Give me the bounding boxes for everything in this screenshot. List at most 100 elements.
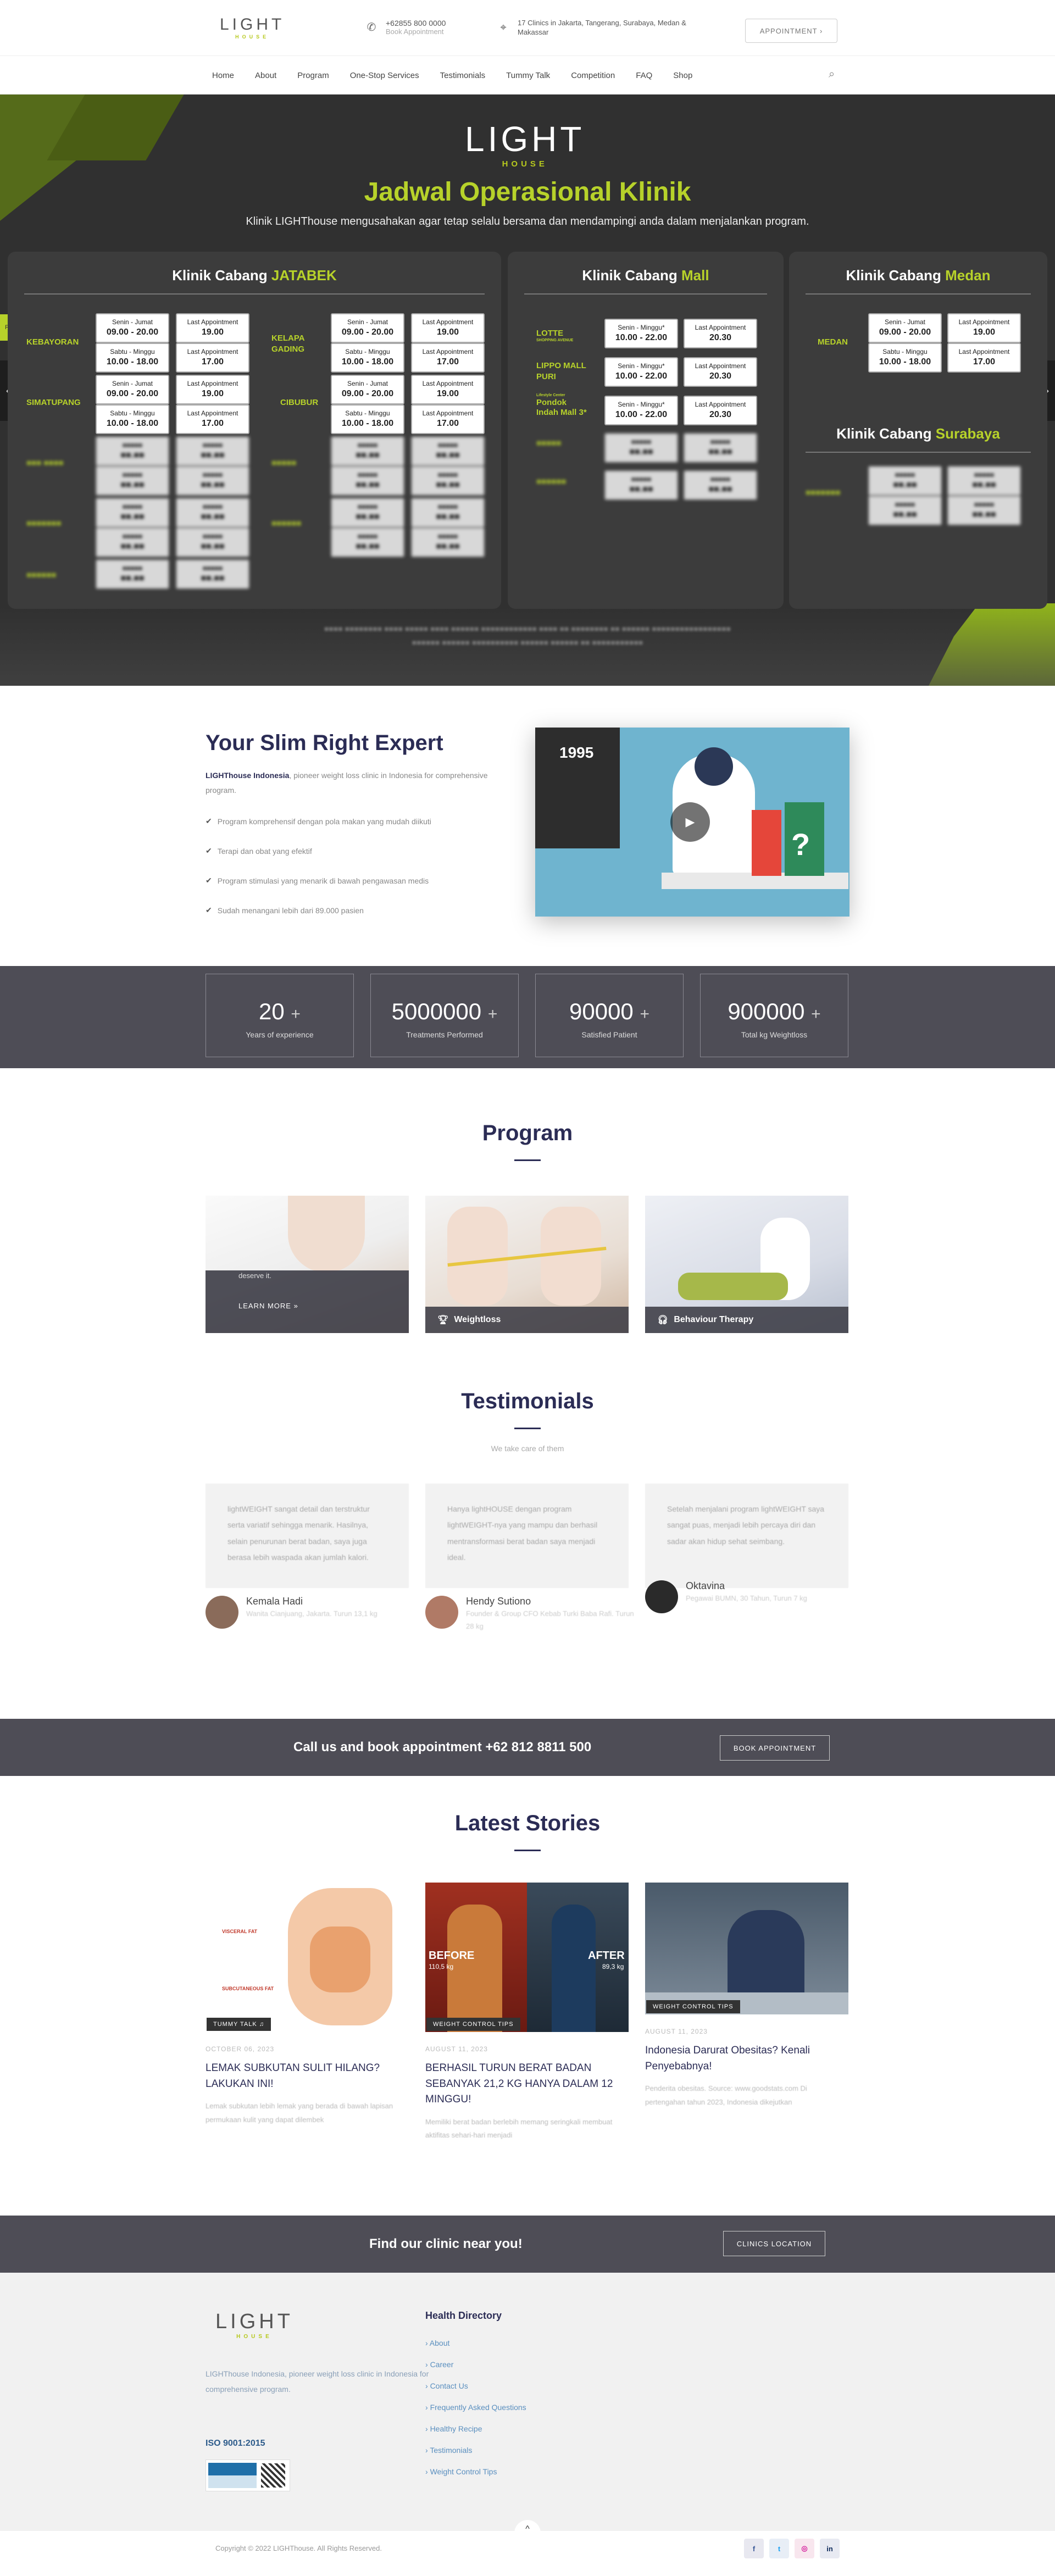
check-icon: ✔ (206, 817, 212, 825)
nav-faq[interactable]: FAQ (636, 71, 652, 80)
hero-title: Jadwal Operasional Klinik (364, 177, 691, 207)
phone-contact[interactable]: ✆ +62855 800 0000 Book Appointment (365, 19, 446, 36)
story-card[interactable]: BEFORE 110,5 kg AFTER 89,3 kg WEIGHT CON… (425, 1883, 629, 2142)
nav-home[interactable]: Home (212, 71, 234, 80)
hero-subtitle: Klinik LIGHThouse mengusahakan agar teta… (246, 215, 809, 227)
hero-note-blurred: ■■■■ ■■■■■■■■ ■■■■ ■■■■■ ■■■■ ■■■■■■ ■■■… (324, 624, 731, 647)
program-image-patient (678, 1273, 788, 1300)
after-kg: 89,3 kg (602, 1963, 624, 1970)
question-mark-icon: ? (791, 827, 810, 862)
nav-about[interactable]: About (255, 71, 276, 80)
title-underline (514, 1159, 541, 1161)
avatar (645, 1580, 678, 1613)
before-figure (447, 1905, 502, 2032)
headphones-icon: 🎧︎ (657, 1315, 669, 1325)
testimonial-card: Setelah menjalani program lightWEIGHT sa… (645, 1484, 848, 1588)
footer-link-tips[interactable]: › Weight Control Tips (425, 2467, 526, 2489)
program-card-behaviour[interactable]: 🎧︎ Behaviour Therapy (645, 1196, 848, 1333)
visceral-fat-label: VISCERAL FAT (222, 1929, 258, 1934)
story-title[interactable]: LEMAK SUBKUTAN SULIT HILANG? LAKUKAN INI… (206, 2061, 409, 2092)
clinic-locations[interactable]: ⌖ 17 Clinics in Jakarta, Tangerang, Sura… (497, 19, 686, 37)
last-appt-box: Last Appointment 20.30 (684, 396, 757, 425)
nav-shop[interactable]: Shop (673, 71, 692, 80)
story-title[interactable]: Indonesia Darurat Obesitas? Kenali Penye… (645, 2043, 848, 2074)
story-date: OCTOBER 06, 2023 (206, 2045, 275, 2053)
divider (524, 293, 767, 295)
play-icon[interactable]: ▶ (670, 802, 710, 842)
footer-link-testimonials[interactable]: › Testimonials (425, 2446, 526, 2467)
book-appointment-button[interactable]: BOOK APPOINTMENT (720, 1735, 830, 1761)
copyright: Copyright © 2022 LIGHThouse. All Rights … (215, 2544, 382, 2552)
avatar (206, 1596, 238, 1629)
divider (806, 293, 1031, 295)
hours-box: Sabtu - Minggu 10.00 - 18.00 (331, 404, 404, 434)
intro-video[interactable]: 1995 ? ▶ (535, 728, 849, 917)
footer-logo[interactable]: LIGHT HOUSE (215, 2310, 293, 2340)
nav-tummy-talk[interactable]: Tummy Talk (506, 71, 550, 80)
story-tag: WEIGHT CONTROL TIPS (426, 2018, 520, 2031)
hours-box: Senin - Jumat 09.00 - 20.00 (96, 313, 169, 343)
before-label: BEFORE (429, 1950, 475, 1962)
program-card-weightloss[interactable]: 🏆︎ Weightloss (425, 1196, 629, 1333)
hours-box: Senin - Jumat 09.00 - 20.00 (331, 313, 404, 343)
last-appt-box: Last Appointment 19.00 (176, 375, 249, 404)
expert-title: Your Slim Right Expert (206, 731, 443, 755)
story-card[interactable]: VISCERAL FAT SUBCUTANEOUS FAT TUMMY TALK… (206, 1883, 409, 2127)
last-appt-box: Last Appointment 19.00 (411, 313, 485, 343)
anatomy-organs (310, 1927, 370, 1992)
footer-link-recipe[interactable]: › Healthy Recipe (425, 2424, 526, 2446)
search-icon[interactable]: ⌕ (829, 68, 842, 81)
program-card-bar: 🏆︎ Weightloss (425, 1307, 629, 1333)
appointment-button[interactable]: APPOINTMENT › (745, 19, 837, 43)
footer-description: LIGHThouse Indonesia, pioneer weight los… (206, 2369, 429, 2394)
panel-jatabek: Klinik Cabang JATABEK KEBAYORAN Senin - … (8, 252, 501, 609)
testimonial-author: Hendy Sutiono Founder & Group CFO Kebab T… (425, 1596, 634, 1633)
hours-box: Sabtu - Minggu 10.00 - 18.00 (96, 343, 169, 373)
last-appt-box: Last Appointment 17.00 (411, 343, 485, 373)
testimonial-author: Kemala Hadi Wanita Cianjuang, Jakarta. Tu… (206, 1596, 377, 1629)
program-card-1[interactable]: deserve it. LEARN MORE » (206, 1196, 409, 1333)
program-title: Program (482, 1121, 573, 1145)
trophy-icon: 🏆︎ (437, 1315, 449, 1325)
location-medan: MEDAN (818, 337, 848, 347)
facebook-icon[interactable]: f (744, 2539, 764, 2558)
stats-band: 20 + Years of experience 5000000 + Treatme… (0, 966, 1055, 1068)
learn-more-link[interactable]: LEARN MORE » (238, 1302, 376, 1310)
story-tag: TUMMY TALK ♫ (207, 2018, 271, 2031)
hours-box: Senin - Jumat 09.00 - 20.00 (96, 375, 169, 404)
footer-link-career[interactable]: › Career (425, 2360, 526, 2381)
panel-title: Klinik Cabang Mall (582, 267, 709, 284)
divider (24, 293, 485, 295)
clinics-location-button[interactable]: CLINICS LOCATION (723, 2231, 825, 2256)
hours-box: Senin - Minggu* 10.00 - 22.00 (604, 357, 678, 387)
linkedin-icon[interactable]: in (820, 2539, 840, 2558)
phone-sub: Book Appointment (386, 27, 444, 36)
footer-link-contact[interactable]: › Contact Us (425, 2381, 526, 2403)
last-appt-box: Last Appointment 20.30 (684, 357, 757, 387)
hours-box: Senin - Jumat 09.00 - 20.00 (868, 313, 942, 343)
nav-one-stop-services[interactable]: One-Stop Services (350, 71, 419, 80)
title-underline (514, 1850, 541, 1851)
check-icon: ✔ (206, 876, 212, 885)
nav-program[interactable]: Program (297, 71, 329, 80)
main-nav: Home About Program One-Stop Services Tes… (0, 56, 1055, 95)
stat-weightloss: 900000 + Total kg Weightloss (700, 974, 848, 1057)
iso-label: ISO 9001:2015 (206, 2439, 265, 2448)
hours-box: Senin - Jumat 09.00 - 20.00 (331, 375, 404, 404)
twitter-icon[interactable]: t (769, 2539, 789, 2558)
instagram-icon[interactable]: ◎ (795, 2539, 814, 2558)
footer-link-about[interactable]: › About (425, 2339, 526, 2360)
panel-mall: Klinik Cabang Mall LOTTE SHOPPING AVENUE … (508, 252, 784, 609)
location-simatupang: SIMATUPANG (26, 398, 81, 407)
certificate-badge (208, 2463, 257, 2488)
story-title[interactable]: BERHASIL TURUN BERAT BADAN SEBANYAK 21,2… (425, 2061, 629, 2108)
panel-title: Klinik Cabang JATABEK (172, 267, 337, 284)
person-figure (728, 1910, 804, 2003)
story-card[interactable]: WEIGHT CONTROL TIPS AUGUST 11, 2023 Indo… (645, 1883, 848, 2109)
hours-box: Sabtu - Minggu 10.00 - 18.00 (96, 404, 169, 434)
nav-competition[interactable]: Competition (571, 71, 615, 80)
nav-testimonials[interactable]: Testimonials (440, 71, 486, 80)
last-appt-box: Last Appointment 19.00 (411, 375, 485, 404)
footer-link-faq[interactable]: › Frequently Asked Questions (425, 2403, 526, 2424)
site-logo[interactable]: LIGHT HOUSE (220, 15, 285, 40)
